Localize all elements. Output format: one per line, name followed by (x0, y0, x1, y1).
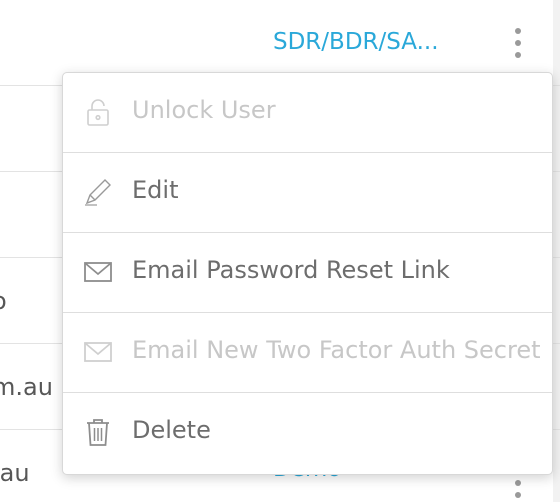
role-link[interactable]: SDR/BDR/SA... (273, 29, 439, 55)
row-edge (553, 0, 560, 85)
menu-item-label: Edit (132, 176, 179, 204)
more-options-icon[interactable] (511, 26, 525, 60)
menu-item-label: Email Password Reset Link (132, 256, 450, 284)
menu-item-label: Delete (132, 416, 211, 444)
row-edge (553, 86, 560, 171)
menu-item-email-password-reset[interactable]: Email Password Reset Link (63, 233, 552, 313)
row-edge (553, 430, 560, 502)
menu-item-label: Email New Two Factor Auth Secret (132, 336, 541, 364)
menu-item-email-2fa-secret[interactable]: Email New Two Factor Auth Secret (63, 313, 552, 393)
trash-icon (83, 417, 113, 447)
user-actions-menu: Unlock User Edit Email Password Reset Li… (62, 72, 553, 475)
menu-item-label: Unlock User (132, 96, 276, 124)
row-edge (553, 258, 560, 343)
menu-item-unlock-user[interactable]: Unlock User (63, 73, 552, 153)
unlock-icon (83, 97, 113, 127)
email-cell: .au (0, 458, 30, 487)
row-edge (553, 344, 560, 429)
envelope-icon (83, 257, 113, 287)
menu-item-edit[interactable]: Edit (63, 153, 552, 233)
menu-item-delete[interactable]: Delete (63, 393, 552, 473)
email-cell: m.au (0, 372, 53, 401)
email-cell: o (0, 287, 7, 315)
envelope-icon (83, 337, 113, 367)
row-edge (553, 172, 560, 257)
pencil-icon (83, 177, 113, 207)
